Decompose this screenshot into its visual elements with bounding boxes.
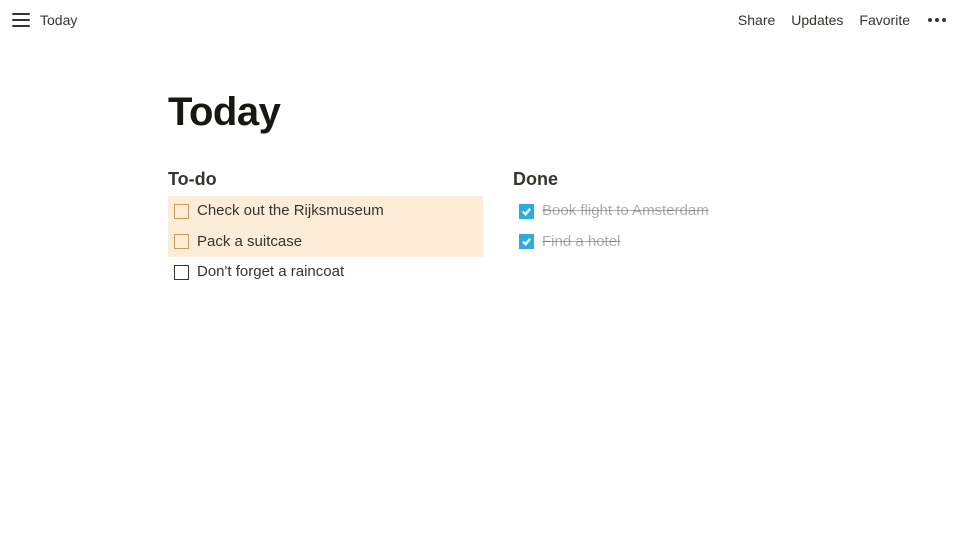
- favorite-button[interactable]: Favorite: [859, 12, 910, 28]
- todo-column: To-do Check out the Rijksmuseum Pack a s…: [168, 169, 483, 288]
- todo-text[interactable]: Don't forget a raincoat: [197, 261, 344, 284]
- topbar: Today Share Updates Favorite: [0, 0, 960, 40]
- todo-text[interactable]: Pack a suitcase: [197, 231, 302, 254]
- topbar-right: Share Updates Favorite: [738, 12, 948, 28]
- more-menu-icon[interactable]: [926, 18, 948, 22]
- todo-item[interactable]: Find a hotel: [513, 227, 828, 258]
- todo-heading[interactable]: To-do: [168, 169, 483, 190]
- page-title[interactable]: Today: [168, 90, 828, 135]
- todo-text[interactable]: Find a hotel: [542, 231, 620, 254]
- todo-text[interactable]: Book flight to Amsterdam: [542, 200, 709, 223]
- checkbox-checked-icon[interactable]: [519, 234, 534, 249]
- checkbox-icon[interactable]: [174, 234, 189, 249]
- todo-item[interactable]: Pack a suitcase: [168, 227, 483, 258]
- checkbox-checked-icon[interactable]: [519, 204, 534, 219]
- breadcrumb[interactable]: Today: [40, 12, 77, 28]
- checkbox-icon[interactable]: [174, 204, 189, 219]
- updates-button[interactable]: Updates: [791, 12, 843, 28]
- columns: To-do Check out the Rijksmuseum Pack a s…: [168, 169, 828, 288]
- checkbox-icon[interactable]: [174, 265, 189, 280]
- todo-item[interactable]: Book flight to Amsterdam: [513, 196, 828, 227]
- hamburger-menu-icon[interactable]: [12, 13, 30, 27]
- page: Today To-do Check out the Rijksmuseum Pa…: [168, 40, 828, 288]
- done-column: Done Book flight to Amsterdam Find a hot…: [513, 169, 828, 288]
- share-button[interactable]: Share: [738, 12, 775, 28]
- done-heading[interactable]: Done: [513, 169, 828, 190]
- todo-item[interactable]: Don't forget a raincoat: [168, 257, 483, 288]
- todo-text[interactable]: Check out the Rijksmuseum: [197, 200, 384, 223]
- todo-item[interactable]: Check out the Rijksmuseum: [168, 196, 483, 227]
- topbar-left: Today: [12, 12, 77, 28]
